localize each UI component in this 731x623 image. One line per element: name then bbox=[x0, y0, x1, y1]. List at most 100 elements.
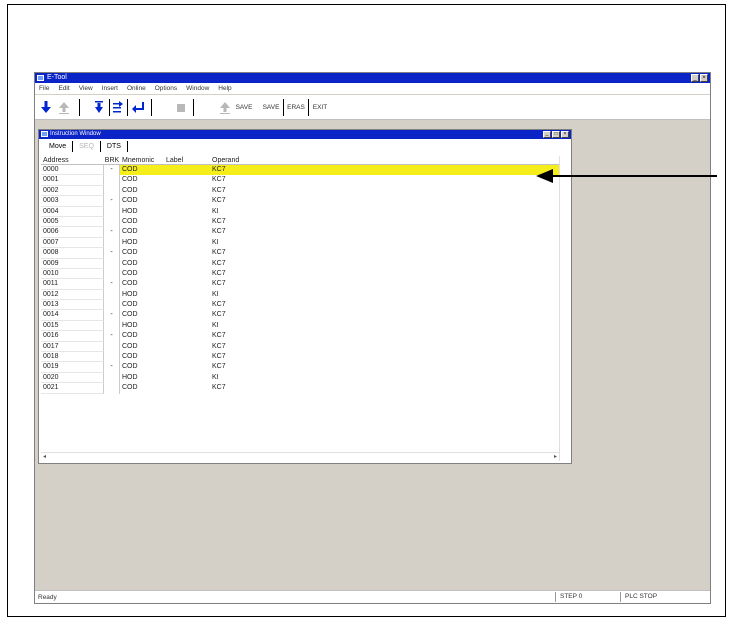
cell-label[interactable] bbox=[164, 342, 210, 352]
save-as-button[interactable]: SAVE bbox=[259, 100, 283, 115]
cell-label[interactable] bbox=[164, 217, 210, 227]
table-row[interactable]: 0018 COD KC7 bbox=[41, 352, 559, 363]
cell-label[interactable] bbox=[164, 186, 210, 196]
cell-label[interactable] bbox=[164, 279, 210, 289]
cell-label[interactable] bbox=[164, 362, 210, 372]
cell-brk[interactable]: - bbox=[104, 248, 120, 259]
cell-label[interactable] bbox=[164, 227, 210, 237]
cell-operand[interactable]: KC7 bbox=[210, 175, 559, 185]
cell-brk[interactable] bbox=[104, 289, 120, 301]
table-row[interactable]: 0008- COD KC7 bbox=[41, 248, 559, 259]
menu-item-online[interactable]: Online bbox=[127, 83, 146, 94]
cell-address[interactable]: 0014 bbox=[41, 310, 104, 321]
cell-mnemonic[interactable]: COD bbox=[120, 186, 164, 196]
table-row[interactable]: 0002 COD KC7 bbox=[41, 185, 559, 197]
table-row[interactable]: 0000- COD KC7 bbox=[41, 165, 559, 176]
cell-operand[interactable]: KC7 bbox=[210, 352, 559, 362]
cell-label[interactable] bbox=[164, 310, 210, 320]
cell-label[interactable] bbox=[164, 207, 210, 217]
menu-item-edit[interactable]: Edit bbox=[58, 83, 69, 94]
cell-address[interactable]: 0001 bbox=[41, 175, 104, 186]
cell-brk[interactable] bbox=[104, 352, 120, 363]
step-down-icon[interactable] bbox=[93, 100, 105, 115]
cell-brk[interactable] bbox=[104, 175, 120, 186]
cell-brk[interactable] bbox=[104, 300, 120, 311]
cell-label[interactable] bbox=[164, 175, 210, 185]
cell-operand[interactable]: KI bbox=[210, 238, 559, 248]
cell-address[interactable]: 0015 bbox=[41, 320, 104, 332]
cell-mnemonic[interactable]: COD bbox=[120, 248, 164, 258]
cell-brk[interactable]: - bbox=[104, 165, 120, 176]
cell-operand[interactable]: KC7 bbox=[210, 186, 559, 196]
cell-address[interactable]: 0006 bbox=[41, 227, 104, 238]
menu-item-help[interactable]: Help bbox=[218, 83, 231, 94]
cell-label[interactable] bbox=[164, 165, 210, 176]
cell-operand[interactable]: KC7 bbox=[210, 269, 559, 279]
cell-address[interactable]: 0010 bbox=[41, 268, 104, 280]
cell-operand[interactable]: KC7 bbox=[210, 300, 559, 310]
cell-mnemonic[interactable]: COD bbox=[120, 362, 164, 372]
cell-address[interactable]: 0017 bbox=[41, 341, 104, 353]
cell-operand[interactable]: KC7 bbox=[210, 310, 559, 320]
cell-operand[interactable]: KI bbox=[210, 207, 559, 217]
cell-operand[interactable]: KI bbox=[210, 321, 559, 331]
cell-mnemonic[interactable]: HOD bbox=[120, 238, 164, 248]
cell-address[interactable]: 0019 bbox=[41, 362, 104, 373]
tab-seq[interactable]: SEQ bbox=[73, 140, 101, 152]
cell-brk[interactable] bbox=[104, 268, 120, 280]
cell-brk[interactable]: - bbox=[104, 279, 120, 290]
cell-label[interactable] bbox=[164, 352, 210, 362]
scroll-left-icon[interactable]: ◂ bbox=[41, 454, 46, 460]
horizontal-scrollbar[interactable]: ◂ ▸ bbox=[41, 452, 559, 461]
cell-address[interactable]: 0007 bbox=[41, 237, 104, 249]
tab-move[interactable]: Move bbox=[43, 140, 74, 152]
cell-mnemonic[interactable]: HOD bbox=[120, 290, 164, 300]
cell-operand[interactable]: KC7 bbox=[210, 248, 559, 258]
menu-item-insert[interactable]: Insert bbox=[102, 83, 118, 94]
cell-address[interactable]: 0003 bbox=[41, 196, 104, 207]
cell-label[interactable] bbox=[164, 269, 210, 279]
cell-brk[interactable] bbox=[104, 206, 120, 217]
cell-brk[interactable]: - bbox=[104, 227, 120, 238]
cell-mnemonic[interactable]: COD bbox=[120, 165, 164, 176]
cell-mnemonic[interactable]: HOD bbox=[120, 373, 164, 383]
cell-label[interactable] bbox=[164, 331, 210, 341]
cell-brk[interactable]: - bbox=[104, 196, 120, 207]
cell-address[interactable]: 0011 bbox=[41, 279, 104, 290]
cell-address[interactable]: 0016 bbox=[41, 331, 104, 342]
menu-item-view[interactable]: View bbox=[79, 83, 93, 94]
table-row[interactable]: 0017 COD KC7 bbox=[41, 341, 559, 353]
close-button[interactable]: × bbox=[700, 74, 708, 82]
exit-button[interactable]: EXIT bbox=[310, 100, 330, 115]
cell-mnemonic[interactable]: COD bbox=[120, 227, 164, 237]
cell-label[interactable] bbox=[164, 373, 210, 383]
cell-mnemonic[interactable]: COD bbox=[120, 196, 164, 206]
cell-mnemonic[interactable]: COD bbox=[120, 383, 164, 393]
cell-operand[interactable]: KI bbox=[210, 373, 559, 383]
column-header-operand[interactable]: Operand bbox=[210, 156, 559, 164]
cell-label[interactable] bbox=[164, 238, 210, 248]
tab-dts[interactable]: DTS bbox=[101, 140, 128, 152]
column-header-mnemonic[interactable]: Mnemonic bbox=[120, 156, 164, 164]
minimize-button[interactable]: _ bbox=[691, 74, 699, 82]
cell-address[interactable]: 0000 bbox=[41, 165, 104, 176]
cell-mnemonic[interactable]: COD bbox=[120, 259, 164, 269]
cell-brk[interactable]: - bbox=[104, 331, 120, 342]
cell-operand[interactable]: KC7 bbox=[210, 331, 559, 341]
cell-label[interactable] bbox=[164, 383, 210, 393]
cell-mnemonic[interactable]: HOD bbox=[120, 207, 164, 217]
erase-button[interactable]: ERAS bbox=[285, 100, 307, 115]
cell-brk[interactable] bbox=[104, 216, 120, 228]
arrow-down-icon[interactable] bbox=[39, 100, 53, 115]
cell-mnemonic[interactable]: COD bbox=[120, 310, 164, 320]
cell-mnemonic[interactable]: COD bbox=[120, 331, 164, 341]
cell-mnemonic[interactable]: HOD bbox=[120, 321, 164, 331]
cell-label[interactable] bbox=[164, 196, 210, 206]
column-header-brk[interactable]: BRK bbox=[104, 156, 120, 164]
stop-icon[interactable] bbox=[175, 100, 187, 115]
column-header-address[interactable]: Address bbox=[41, 156, 104, 164]
cell-address[interactable]: 0020 bbox=[41, 372, 104, 384]
cell-brk[interactable] bbox=[104, 185, 120, 197]
table-row[interactable]: 0012 HOD KI bbox=[41, 289, 559, 301]
cell-address[interactable]: 0013 bbox=[41, 300, 104, 311]
